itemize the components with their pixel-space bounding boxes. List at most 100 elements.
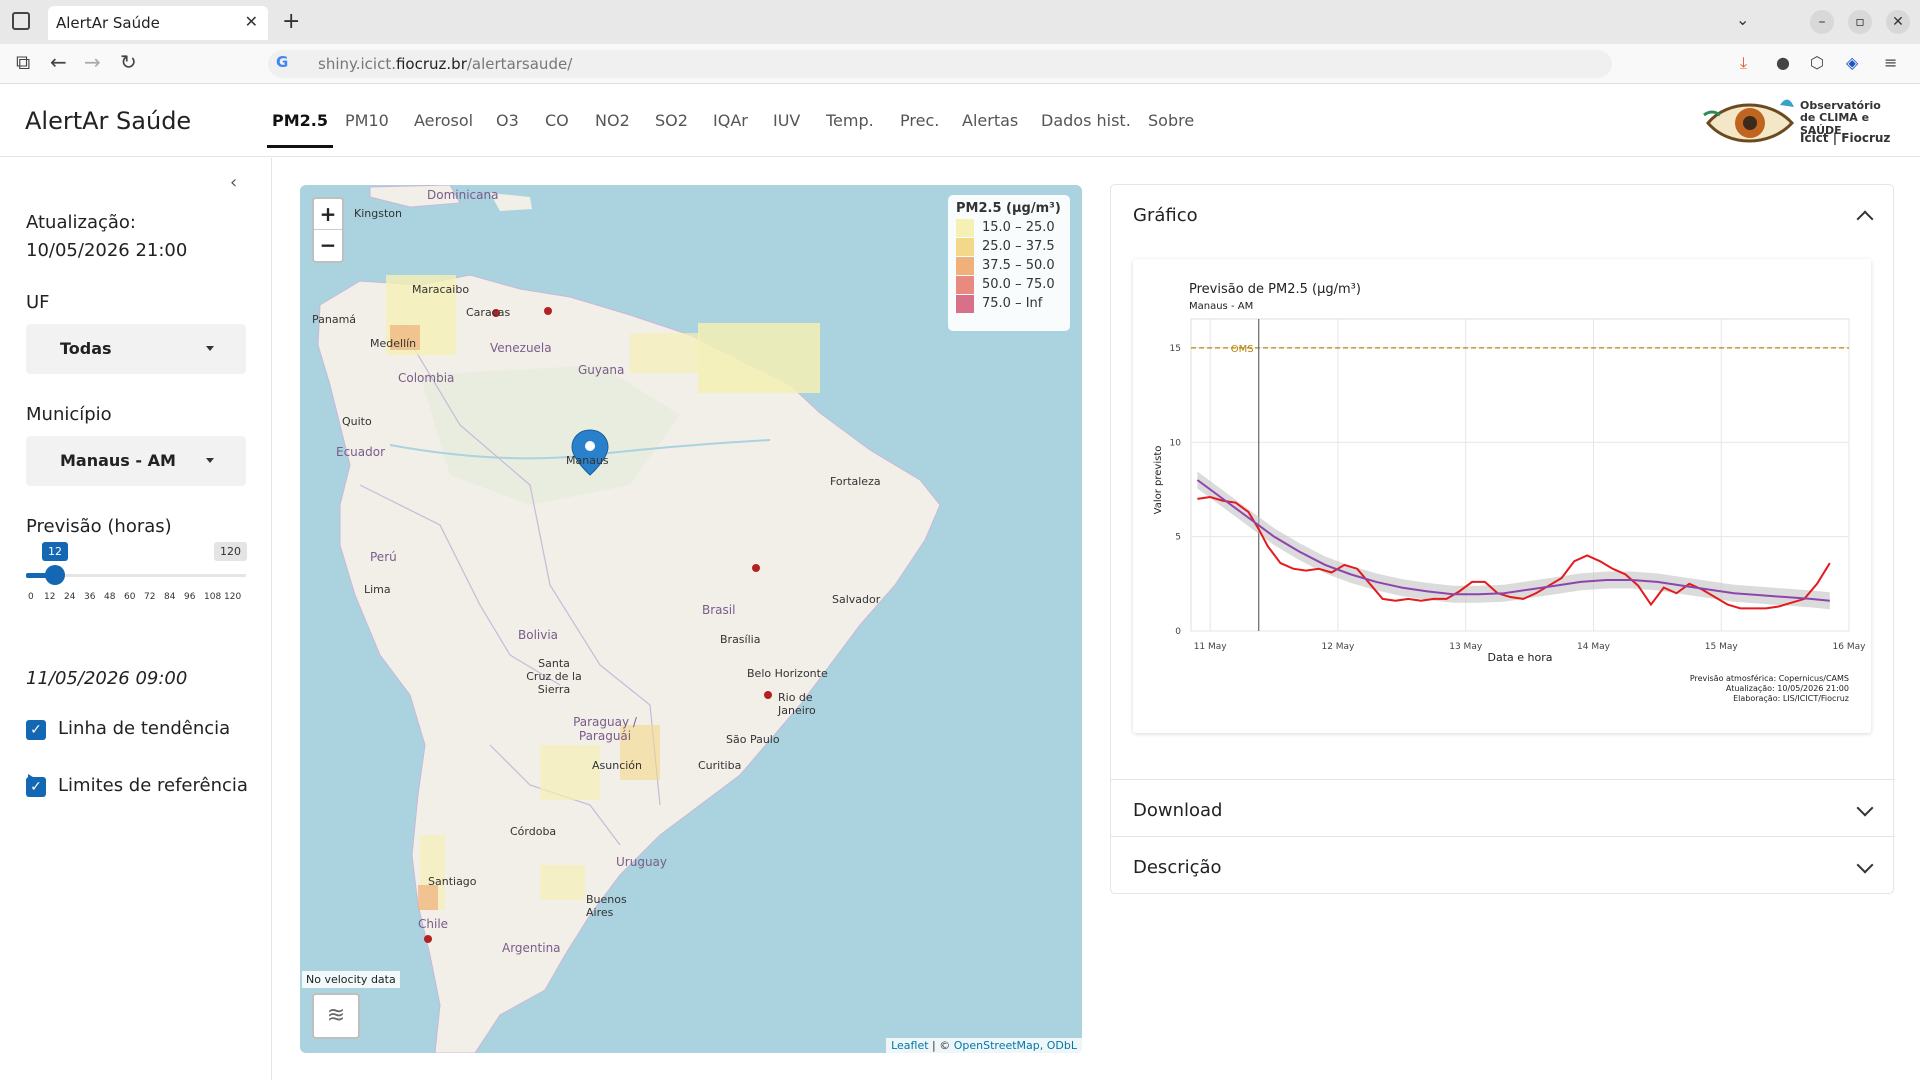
update-label: Atualização: (26, 212, 136, 233)
map-label-city: São Paulo (726, 733, 780, 746)
legend-label: 25.0 – 37.5 (982, 239, 1055, 254)
x-tick-label: 16 May (1833, 642, 1867, 652)
legend-row: 15.0 – 25.0 (956, 216, 1062, 237)
uf-select-value: Todas (60, 339, 112, 358)
results-panel: Gráfico Previsão de PM2.5 (µg/m³) Manaus … (1110, 184, 1895, 895)
y-tick-label: 10 (1170, 438, 1182, 448)
close-window-icon[interactable]: ✕ (1886, 10, 1910, 34)
slider-max: 120 (214, 542, 247, 561)
y-tick-label: 0 (1175, 627, 1181, 637)
tab-pm25[interactable]: PM2.5 (267, 111, 333, 148)
download-icon[interactable]: ⤓ (1740, 53, 1747, 73)
back-icon[interactable]: ← (50, 50, 67, 74)
pm25-forecast-chart: Previsão de PM2.5 (µg/m³) Manaus - AM 0 5 10… (1153, 282, 1867, 703)
legend-swatch (956, 295, 974, 313)
tab-iqar[interactable]: IQAr (713, 111, 748, 130)
new-tab-icon[interactable]: + (282, 9, 300, 34)
map-label-city: Maracaibo (412, 283, 470, 296)
chart-caption-line: Elaboração: LIS/ICICT/Fiocruz (1733, 694, 1849, 703)
tab-aerosol[interactable]: Aerosol (414, 111, 473, 130)
slider-handle[interactable] (45, 565, 65, 585)
legend-row: 25.0 – 37.5 (956, 235, 1062, 256)
tab-iuv[interactable]: IUV (773, 111, 800, 130)
legend-label: 75.0 – Inf (982, 296, 1043, 311)
legend-label: 37.5 – 50.0 (982, 258, 1055, 273)
chart-title: Previsão de PM2.5 (µg/m³) (1189, 282, 1361, 297)
profile-icon[interactable]: ● (1776, 53, 1790, 72)
chevron-down-icon (1856, 856, 1874, 874)
tab-o3[interactable]: O3 (496, 111, 519, 130)
chevron-down-icon (1856, 799, 1874, 817)
trend-line-checkbox[interactable]: ✓ (26, 720, 46, 740)
tab-dados-hist[interactable]: Dados hist. (1041, 111, 1131, 130)
download-accordion-header[interactable]: Download (1111, 779, 1895, 837)
no-velocity-label: No velocity data (302, 971, 400, 988)
caret-down-icon (206, 458, 214, 463)
forecast-slider[interactable]: 12 120 0 12 24 36 48 60 72 84 96 108 120 (26, 542, 248, 608)
tab-list-icon[interactable] (12, 12, 30, 30)
map-label-city: Quito (342, 415, 372, 428)
close-tab-icon[interactable]: ✕ (245, 12, 258, 31)
x-tick-label: 13 May (1449, 642, 1483, 652)
tab-title: AlertAr Saúde (56, 14, 160, 32)
legend-title: PM2.5 (µg/m³) (956, 201, 1061, 216)
tab-no2[interactable]: NO2 (595, 111, 630, 130)
tab-pm10[interactable]: PM10 (345, 111, 389, 130)
slider-tick: 12 (44, 592, 56, 602)
slider-tick: 60 (124, 592, 136, 602)
municipio-select[interactable]: Manaus - AM (26, 436, 246, 486)
zoom-in-button[interactable]: + (314, 199, 342, 230)
tab-sobre[interactable]: Sobre (1148, 111, 1194, 130)
map-label-country: Paraguay / Paraguái (573, 715, 637, 743)
y-axis-label: Valor previsto (1153, 446, 1164, 515)
tab-so2[interactable]: SO2 (655, 111, 688, 130)
sidebar-toggle-icon[interactable]: ⧉ (16, 50, 30, 74)
reload-icon[interactable]: ↻ (120, 50, 137, 74)
browser-tab[interactable]: AlertAr Saúde ✕ (48, 6, 268, 40)
zoom-control: + − (312, 197, 344, 263)
chevron-down-icon[interactable]: ⌄ (1736, 10, 1749, 29)
reference-label: OMS (1231, 344, 1254, 355)
map-label-city: Santiago (428, 875, 477, 888)
map-label-city: Rio de Janeiro (778, 691, 816, 717)
sidebar: ‹ Atualização: 10/05/2026 21:00 UF Todas… (0, 158, 272, 1080)
zoom-out-button[interactable]: − (314, 230, 342, 261)
legend-label: 15.0 – 25.0 (982, 220, 1055, 235)
shield-icon[interactable]: ◈ (1846, 53, 1858, 72)
menu-icon[interactable]: ≡ (1884, 53, 1897, 72)
uf-label: UF (26, 292, 50, 313)
browser-navbar: ⧉ ← → ↻ G shiny.icict.fiocruz.br/alertar… (0, 44, 1920, 84)
grafico-accordion-header[interactable]: Gráfico (1111, 185, 1895, 243)
slider-tick: 24 (64, 592, 76, 602)
collapse-sidebar-icon[interactable]: ‹ (230, 172, 237, 193)
legend-row: 50.0 – 75.0 (956, 273, 1062, 294)
tab-temp[interactable]: Temp. (826, 111, 874, 130)
leaflet-link[interactable]: Leaflet (891, 1039, 928, 1052)
download-title: Download (1133, 800, 1223, 821)
extensions-icon[interactable]: ⬡ (1810, 53, 1824, 72)
x-tick-label: 12 May (1321, 642, 1355, 652)
map-label-city: Caracas (466, 306, 511, 319)
map-label-city: Panamá (312, 313, 357, 326)
legend-row: 75.0 – Inf (956, 292, 1062, 313)
slider-ticks: 0 12 24 36 48 60 72 84 96 108 120 (26, 586, 248, 606)
reference-limits-label: Limites de referência (58, 775, 248, 796)
tab-co[interactable]: CO (545, 111, 569, 130)
map[interactable]: + − Dominicana Kingston Maracaibo Caraca… (300, 185, 1082, 1053)
address-bar[interactable]: G shiny.icict.fiocruz.br/alertarsaude/ (268, 50, 1612, 78)
descricao-title: Descrição (1133, 857, 1222, 878)
forward-icon[interactable]: → (84, 50, 101, 74)
layers-icon[interactable]: ≋ (312, 993, 360, 1039)
tab-prec[interactable]: Prec. (900, 111, 939, 130)
uf-select[interactable]: Todas (26, 324, 246, 374)
tab-alertas[interactable]: Alertas (962, 111, 1018, 130)
descricao-accordion-header[interactable]: Descrição (1111, 837, 1895, 895)
osm-link[interactable]: OpenStreetMap, ODbL (954, 1039, 1077, 1052)
map-label-city: Santa Cruz de la Sierra (526, 657, 582, 696)
restore-icon[interactable]: ▫ (1848, 10, 1872, 34)
minimize-icon[interactable]: – (1810, 10, 1834, 34)
map-label-country: Perú (370, 550, 397, 564)
app-navbar: AlertAr Saúde PM2.5 PM10 Aerosol O3 CO N… (0, 85, 1920, 157)
reference-limits-checkbox[interactable]: ✓ (26, 777, 46, 797)
update-value: 10/05/2026 21:00 (26, 240, 188, 261)
